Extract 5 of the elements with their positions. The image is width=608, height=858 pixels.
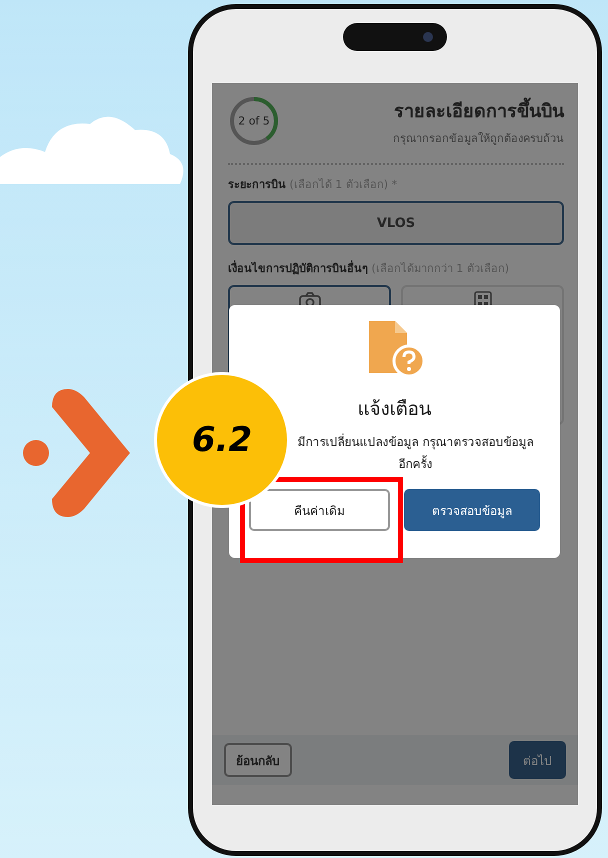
dialog-message: มีการเปลี่ยนแปลงข้อมูล กรุณาตรวจสอบข้อมูล อีกครั้ง (296, 432, 534, 473)
dialog-title: แจ้งเตือน (358, 397, 432, 422)
step-counter: 2 of 5 (238, 114, 270, 128)
page-subtitle: กรุณากรอกข้อมูลให้ถูกต้องครบถ้วน (393, 130, 564, 146)
page-title: รายละเอียดการขึ้นบิน (394, 96, 564, 124)
